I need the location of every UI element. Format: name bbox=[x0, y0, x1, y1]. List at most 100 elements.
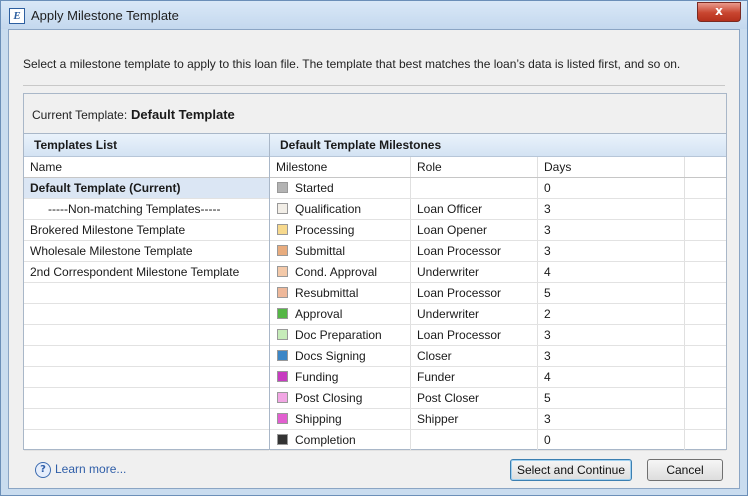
template-item-label: Brokered Milestone Template bbox=[30, 223, 186, 237]
milestone-days: 3 bbox=[538, 199, 685, 219]
empty-row bbox=[24, 283, 269, 304]
milestone-days: 4 bbox=[538, 367, 685, 387]
milestone-name: Post Closing bbox=[295, 391, 363, 405]
encompass-app-icon: E bbox=[9, 8, 25, 24]
template-item-label: Default Template (Current) bbox=[30, 181, 181, 195]
milestone-color-swatch bbox=[277, 224, 288, 235]
current-template-bar: Current Template: Default Template bbox=[24, 94, 726, 134]
milestone-role: Closer bbox=[411, 346, 538, 366]
milestone-row[interactable]: Qualification Loan Officer 3 bbox=[270, 199, 726, 220]
milestone-cell: Processing bbox=[270, 220, 411, 240]
milestone-name: Cond. Approval bbox=[295, 265, 378, 279]
milestone-days: 3 bbox=[538, 325, 685, 345]
template-item-label: -----Non-matching Templates----- bbox=[48, 202, 221, 216]
milestone-color-swatch bbox=[277, 434, 288, 445]
milestone-name: Resubmittal bbox=[295, 286, 359, 300]
milestone-cell: Cond. Approval bbox=[270, 262, 411, 282]
column-header-days[interactable]: Days bbox=[538, 157, 685, 177]
milestone-name: Funding bbox=[295, 370, 339, 384]
divider bbox=[23, 85, 725, 86]
milestones-grid: Default Template Milestones Milestone Ro… bbox=[270, 134, 726, 451]
milestone-name: Approval bbox=[295, 307, 343, 321]
template-item-2nd-correspondent[interactable]: 2nd Correspondent Milestone Template bbox=[24, 262, 269, 283]
template-item-separator: -----Non-matching Templates----- bbox=[24, 199, 269, 220]
title-bar[interactable]: E Apply Milestone Template x bbox=[1, 1, 747, 29]
milestone-role: Loan Processor bbox=[411, 325, 538, 345]
milestone-color-swatch bbox=[277, 182, 288, 193]
milestone-role: Loan Processor bbox=[411, 241, 538, 261]
milestone-role: Underwriter bbox=[411, 304, 538, 324]
column-header-role[interactable]: Role bbox=[411, 157, 538, 177]
milestone-row[interactable]: Shipping Shipper 3 bbox=[270, 409, 726, 430]
current-template-label: Current Template: bbox=[32, 108, 128, 122]
milestone-cell: Doc Preparation bbox=[270, 325, 411, 345]
filler-cell bbox=[685, 241, 726, 261]
templates-list: Templates List Name Default Template (Cu… bbox=[24, 134, 270, 451]
milestone-cell: Resubmittal bbox=[270, 283, 411, 303]
milestone-color-swatch bbox=[277, 245, 288, 256]
empty-row bbox=[24, 304, 269, 325]
milestone-cell: Shipping bbox=[270, 409, 411, 429]
milestone-cell: Approval bbox=[270, 304, 411, 324]
template-item-default[interactable]: Default Template (Current) bbox=[24, 178, 269, 199]
milestone-days: 3 bbox=[538, 346, 685, 366]
milestone-color-swatch bbox=[277, 413, 288, 424]
milestone-row[interactable]: Doc Preparation Loan Processor 3 bbox=[270, 325, 726, 346]
milestone-role bbox=[411, 430, 538, 450]
milestone-row[interactable]: Resubmittal Loan Processor 5 bbox=[270, 283, 726, 304]
cancel-button[interactable]: Cancel bbox=[647, 459, 723, 481]
milestone-days: 3 bbox=[538, 220, 685, 240]
select-and-continue-button[interactable]: Select and Continue bbox=[510, 459, 632, 481]
milestone-days: 0 bbox=[538, 430, 685, 450]
close-button[interactable]: x bbox=[697, 2, 741, 22]
empty-row bbox=[24, 388, 269, 409]
milestone-row[interactable]: Completion 0 bbox=[270, 430, 726, 451]
filler-cell bbox=[685, 367, 726, 387]
empty-row bbox=[24, 367, 269, 388]
apply-milestone-template-dialog: E Apply Milestone Template x Select a mi… bbox=[0, 0, 748, 496]
name-column-header[interactable]: Name bbox=[24, 157, 269, 178]
milestone-row[interactable]: Docs Signing Closer 3 bbox=[270, 346, 726, 367]
milestone-cell: Qualification bbox=[270, 199, 411, 219]
milestone-color-swatch bbox=[277, 371, 288, 382]
milestone-row[interactable]: Submittal Loan Processor 3 bbox=[270, 241, 726, 262]
template-item-label: Wholesale Milestone Template bbox=[30, 244, 193, 258]
milestone-role: Loan Officer bbox=[411, 199, 538, 219]
milestones-header: Default Template Milestones bbox=[270, 134, 726, 157]
milestone-name: Shipping bbox=[295, 412, 342, 426]
milestone-row[interactable]: Funding Funder 4 bbox=[270, 367, 726, 388]
milestone-cell: Completion bbox=[270, 430, 411, 450]
milestone-days: 5 bbox=[538, 388, 685, 408]
learn-more-link[interactable]: Learn more... bbox=[55, 462, 126, 476]
milestone-role: Shipper bbox=[411, 409, 538, 429]
milestone-color-swatch bbox=[277, 350, 288, 361]
column-header-filler bbox=[685, 157, 726, 177]
milestone-row[interactable]: Post Closing Post Closer 5 bbox=[270, 388, 726, 409]
milestone-name: Submittal bbox=[295, 244, 346, 258]
milestone-role bbox=[411, 178, 538, 198]
milestone-name: Processing bbox=[295, 223, 355, 237]
milestone-role: Loan Opener bbox=[411, 220, 538, 240]
window-title: Apply Milestone Template bbox=[31, 8, 179, 23]
filler-cell bbox=[685, 304, 726, 324]
milestone-row[interactable]: Approval Underwriter 2 bbox=[270, 304, 726, 325]
milestone-cell: Started bbox=[270, 178, 411, 198]
milestone-cell: Post Closing bbox=[270, 388, 411, 408]
dialog-body: Select a milestone template to apply to … bbox=[8, 29, 740, 489]
filler-cell bbox=[685, 262, 726, 282]
template-item-wholesale[interactable]: Wholesale Milestone Template bbox=[24, 241, 269, 262]
milestone-name: Doc Preparation bbox=[295, 328, 382, 342]
column-header-label: Name bbox=[30, 160, 63, 174]
filler-cell bbox=[685, 325, 726, 345]
milestone-row[interactable]: Started 0 bbox=[270, 178, 726, 199]
filler-cell bbox=[685, 388, 726, 408]
milestone-row[interactable]: Processing Loan Opener 3 bbox=[270, 220, 726, 241]
templates-list-header: Templates List bbox=[24, 134, 269, 157]
empty-row bbox=[24, 430, 269, 451]
help-icon[interactable]: ? bbox=[35, 462, 51, 478]
filler-cell bbox=[685, 220, 726, 240]
milestone-row[interactable]: Cond. Approval Underwriter 4 bbox=[270, 262, 726, 283]
template-item-brokered[interactable]: Brokered Milestone Template bbox=[24, 220, 269, 241]
templates-panel: Current Template: Default Template Templ… bbox=[23, 93, 727, 451]
column-header-milestone[interactable]: Milestone bbox=[270, 157, 411, 177]
